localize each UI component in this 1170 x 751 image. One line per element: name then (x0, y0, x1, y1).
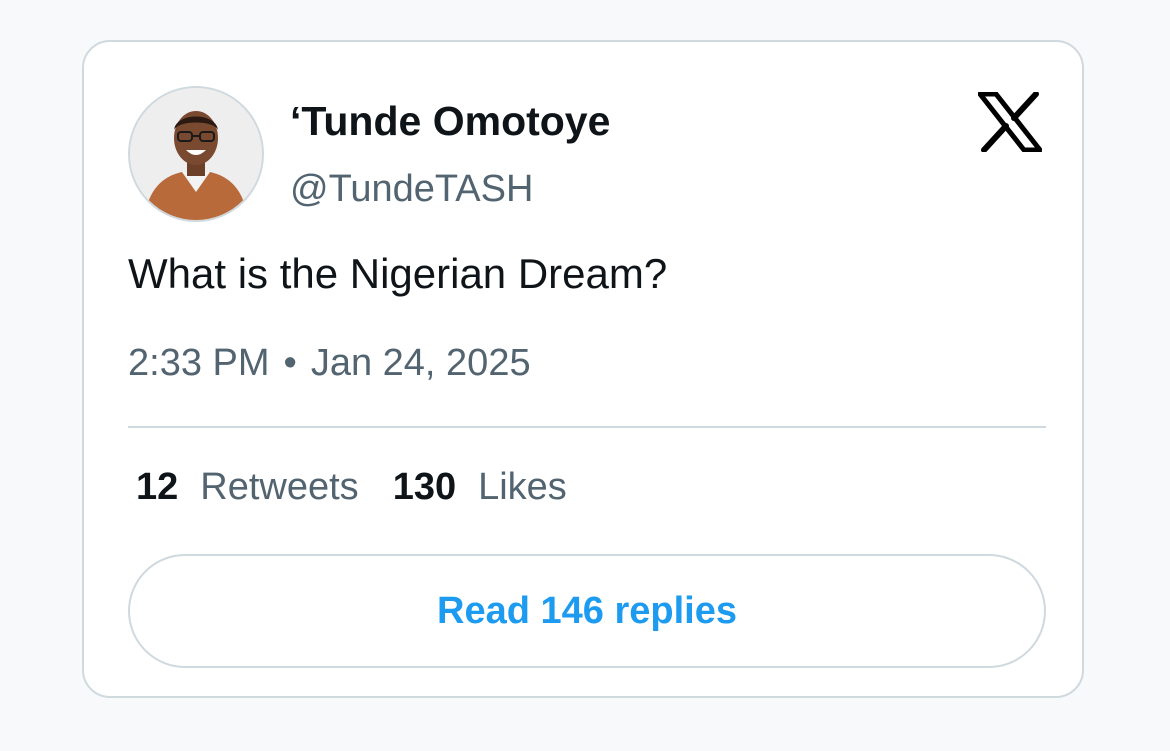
retweets-count: 12 (136, 466, 179, 508)
tweet-time: 2:33 PM (128, 342, 270, 384)
tweet-timestamp[interactable]: 2:33 PM • Jan 24, 2025 (128, 342, 531, 385)
tweet-text: What is the Nigerian Dream? (128, 250, 668, 297)
tweet-card: ‘Tunde Omotoye @TundeTASH What is the Ni… (82, 40, 1084, 698)
timestamp-separator: • (283, 342, 297, 384)
x-logo-icon[interactable] (977, 91, 1043, 153)
avatar[interactable] (128, 86, 264, 222)
likes-count: 130 (392, 466, 457, 508)
read-replies-button[interactable]: Read 146 replies (128, 554, 1046, 668)
author-handle[interactable]: @TundeTASH (290, 168, 533, 211)
tweet-stats: 12 Retweets 130 Likes (136, 466, 567, 509)
author-name[interactable]: ‘Tunde Omotoye (290, 98, 610, 145)
likes-stat[interactable]: 130 Likes (393, 466, 567, 508)
divider (128, 426, 1046, 428)
likes-label: Likes (478, 466, 567, 508)
retweets-label: Retweets (200, 466, 359, 508)
tweet-date: Jan 24, 2025 (310, 342, 531, 384)
retweets-stat[interactable]: 12 Retweets (136, 466, 359, 508)
avatar-photo (130, 88, 262, 220)
